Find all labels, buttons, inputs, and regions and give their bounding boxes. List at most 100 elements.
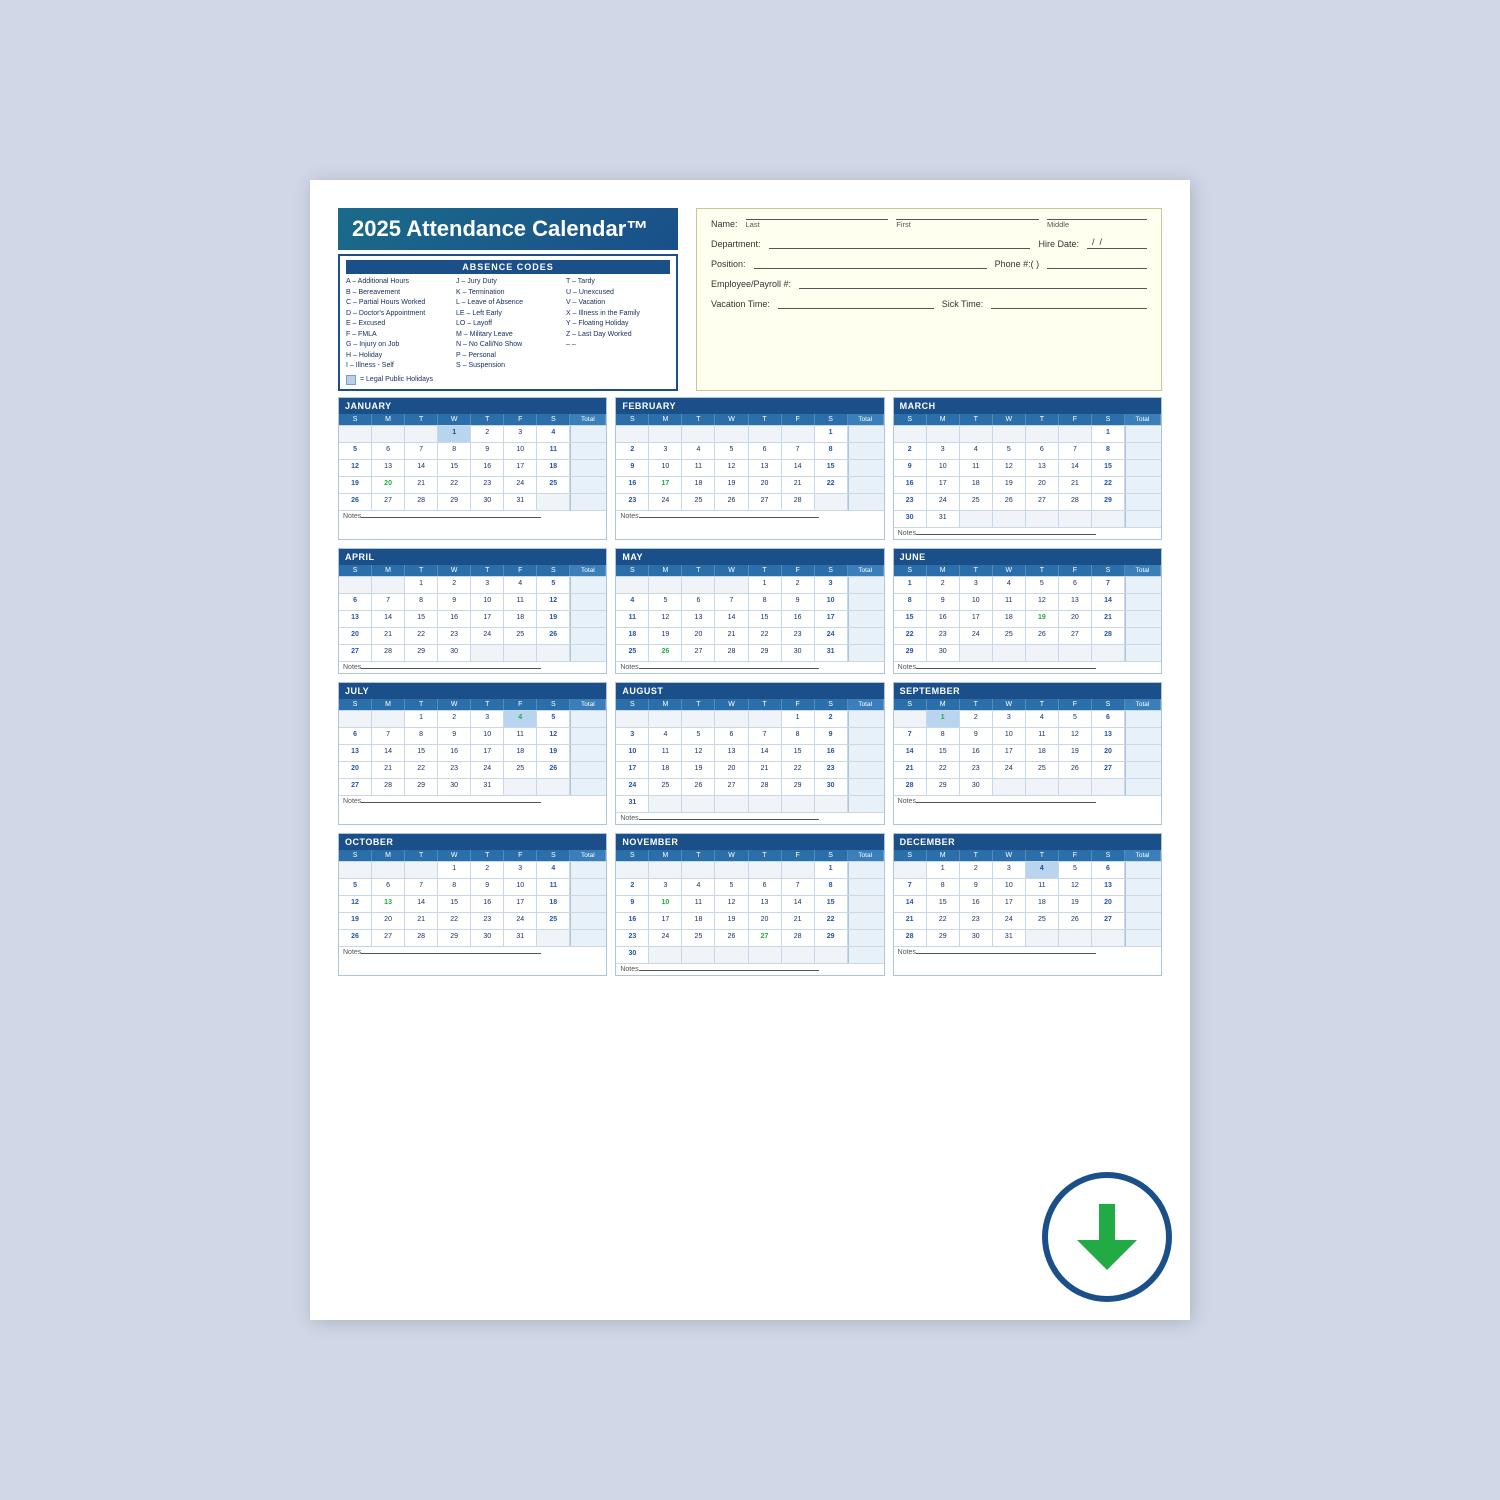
total-cell-w0	[1125, 862, 1161, 878]
day-headers-9: SMTWTFSTotal	[339, 850, 606, 861]
day-cell-w1-d2: 9	[960, 879, 993, 895]
day-cell-w2-d0: 11	[616, 611, 649, 627]
day-cell-w3-d2: 19	[682, 762, 715, 778]
day-cell-w3-d5: 22	[782, 762, 815, 778]
day-headers-6: SMTWTFSTotal	[339, 699, 606, 710]
day-cell-w0-d3	[993, 426, 1026, 442]
total-header: Total	[1125, 850, 1161, 861]
day-cell-w0-d3: 2	[438, 711, 471, 727]
week-row-2: 13141516171819	[339, 744, 606, 761]
day-cell-w4-d2: 29	[405, 779, 438, 795]
notes-label: Notes	[343, 513, 361, 520]
day-cell-w5-d4	[749, 796, 782, 812]
day-cell-w4-d6	[1092, 645, 1125, 661]
day-cell-w2-d2: 15	[405, 611, 438, 627]
day-cell-w0-d3	[715, 426, 748, 442]
week-row-4: 23242526272829	[894, 493, 1161, 510]
header-area: 2025 Attendance Calendar™ ABSENCE CODES …	[338, 208, 1162, 391]
day-cell-w4-d5: 29	[782, 779, 815, 795]
total-cell-w2	[848, 896, 884, 912]
week-row-4: 25262728293031	[616, 644, 883, 661]
day-cell-w2-d4: 15	[749, 611, 782, 627]
day-cell-w4-d2: 25	[682, 494, 715, 510]
day-cell-w0-d3: 4	[993, 577, 1026, 593]
day-cell-w2-d3: 16	[438, 745, 471, 761]
day-header-S-0: S	[894, 565, 927, 576]
day-cell-w0-d0	[894, 862, 927, 878]
day-cell-w2-d0: 14	[894, 745, 927, 761]
day-header-T-4: T	[471, 850, 504, 861]
day-cell-w3-d1: 22	[927, 913, 960, 929]
total-cell-w2	[1125, 611, 1161, 627]
week-row-3: 19202122232425	[339, 912, 606, 929]
day-header-S-6: S	[815, 699, 848, 710]
day-cell-w0-d0	[616, 711, 649, 727]
day-cell-w3-d4: 25	[1026, 762, 1059, 778]
position-label: Position:	[711, 259, 746, 269]
total-cell-w1	[570, 594, 606, 610]
month-header-6: JULY	[339, 683, 606, 699]
day-cell-w0-d5	[1059, 426, 1092, 442]
day-cell-w2-d3: 12	[993, 460, 1026, 476]
day-cell-w4-d3: 31	[993, 930, 1026, 946]
total-cell-w3	[1125, 913, 1161, 929]
day-headers-5: SMTWTFSTotal	[894, 565, 1161, 576]
day-cell-w2-d2: 17	[960, 611, 993, 627]
day-cell-w2-d6: 17	[815, 611, 848, 627]
notes-label: Notes	[620, 966, 638, 973]
day-cell-w3-d5: 24	[504, 913, 537, 929]
day-cell-w1-d0: 2	[616, 443, 649, 459]
day-cell-w3-d2: 21	[405, 477, 438, 493]
day-cell-w4-d3: 26	[715, 930, 748, 946]
day-header-W-3: W	[438, 699, 471, 710]
day-cell-w3-d6: 24	[815, 628, 848, 644]
notes-label: Notes	[343, 949, 361, 956]
total-cell-w4	[570, 494, 606, 510]
download-arrow	[1077, 1202, 1137, 1272]
day-cell-w3-d3: 23	[438, 762, 471, 778]
day-cell-w3-d2: 22	[405, 762, 438, 778]
day-cell-w4-d6	[537, 645, 570, 661]
day-cell-w3-d4: 24	[471, 628, 504, 644]
day-cell-w1-d4: 6	[749, 879, 782, 895]
day-cell-w3-d5: 25	[504, 762, 537, 778]
day-cell-w1-d3: 7	[715, 594, 748, 610]
day-cell-w4-d6	[815, 494, 848, 510]
notes-label: Notes	[898, 530, 916, 537]
total-cell-w4	[1125, 645, 1161, 661]
day-header-T-4: T	[471, 565, 504, 576]
week-row-4: 2728293031	[339, 778, 606, 795]
day-header-F-5: F	[504, 850, 537, 861]
day-cell-w4-d1: 27	[372, 930, 405, 946]
week-row-1: 78910111213	[894, 727, 1161, 744]
day-cell-w5-d5	[782, 947, 815, 963]
day-cell-w4-d2: 28	[405, 494, 438, 510]
day-header-T-2: T	[405, 850, 438, 861]
day-header-S-0: S	[339, 850, 372, 861]
day-cell-w2-d5: 14	[782, 460, 815, 476]
day-headers-10: SMTWTFSTotal	[616, 850, 883, 861]
week-row-2: 14151617181920	[894, 744, 1161, 761]
day-header-S-6: S	[815, 565, 848, 576]
day-header-M-1: M	[372, 699, 405, 710]
day-cell-w4-d4: 29	[749, 645, 782, 661]
day-cell-w3-d2: 23	[960, 913, 993, 929]
day-cell-w2-d1: 11	[649, 745, 682, 761]
day-cell-w4-d3: 26	[993, 494, 1026, 510]
day-cell-w4-d4: 31	[471, 779, 504, 795]
day-header-T-4: T	[1026, 850, 1059, 861]
day-cell-w3-d0: 17	[616, 762, 649, 778]
day-cell-w2-d5: 14	[782, 896, 815, 912]
day-cell-w3-d3: 19	[993, 477, 1026, 493]
legend-square	[346, 375, 356, 385]
day-cell-w4-d6: 29	[1092, 494, 1125, 510]
day-cell-w4-d3: 26	[715, 494, 748, 510]
download-overlay[interactable]	[1042, 1172, 1172, 1302]
notes-underline	[361, 953, 541, 954]
total-header: Total	[570, 414, 606, 425]
day-cell-w3-d2: 21	[405, 913, 438, 929]
day-headers-4: SMTWTFSTotal	[616, 565, 883, 576]
day-cell-w3-d6: 28	[1092, 628, 1125, 644]
notes-line-7: Notes	[616, 812, 883, 824]
day-cell-w2-d4: 19	[1026, 611, 1059, 627]
